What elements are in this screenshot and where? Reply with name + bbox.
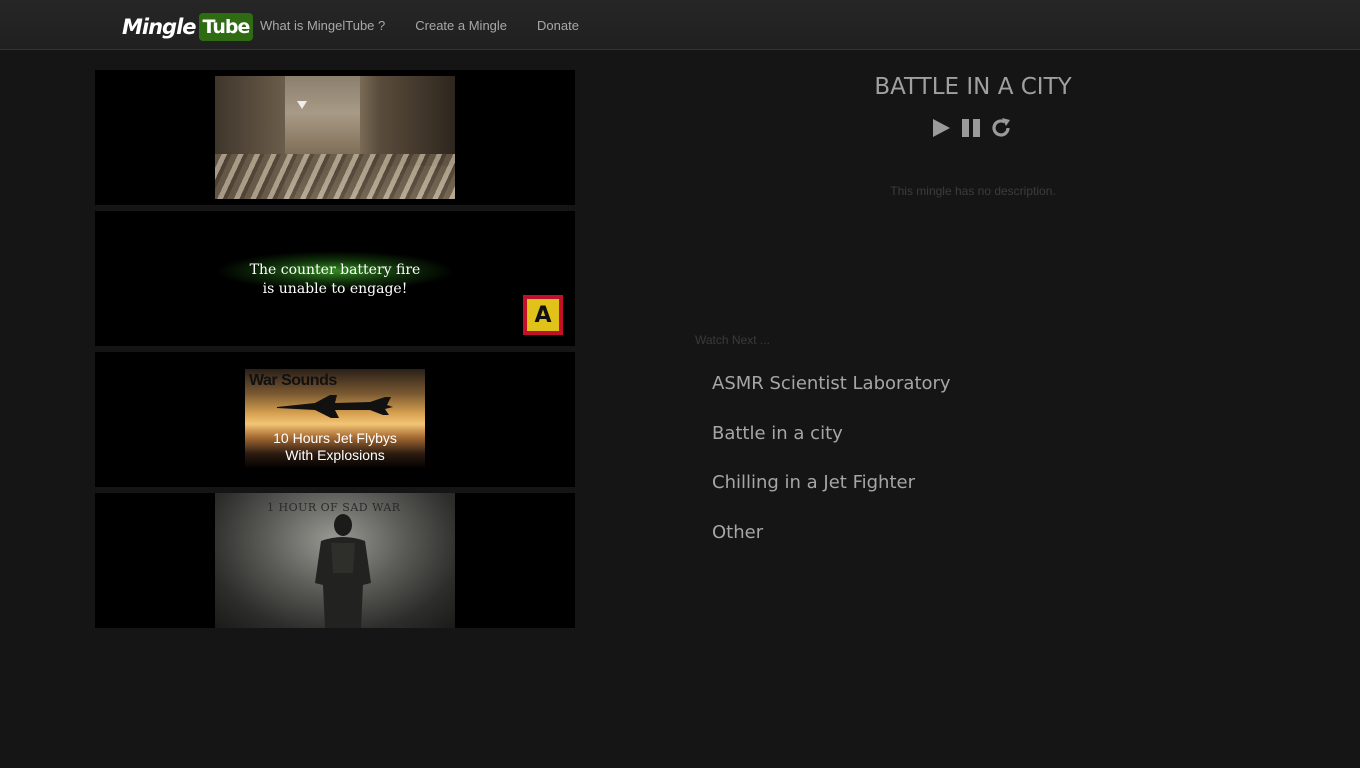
video-item-4[interactable]: 1 HOUR OF SAD WAR	[95, 493, 575, 628]
war-sounds-thumbnail: War Sounds 10 Hours Jet Flybys With Expl…	[245, 369, 425, 469]
brand-logo[interactable]: Mingle Tube	[122, 12, 254, 42]
war-sounds-subtitle: 10 Hours Jet Flybys With Explosions	[245, 430, 425, 464]
navbar: Mingle Tube What is MingelTube ? Create …	[0, 0, 1360, 50]
mingle-description: This mingle has no description.	[890, 184, 1056, 198]
counter-battery-line1: The counter battery fire	[249, 262, 421, 278]
badge-letter: A	[527, 299, 559, 331]
soldier-silhouette-icon	[315, 514, 371, 628]
nav-link-what-is[interactable]: What is MingelTube ?	[260, 18, 385, 33]
brand-mingle-text: Mingle	[122, 15, 197, 39]
jet-silhouette-icon	[277, 395, 393, 418]
watch-next-label: Watch Next ...	[695, 333, 770, 347]
war-sounds-subtitle-line2: With Explosions	[285, 447, 385, 463]
war-sounds-title: War Sounds	[249, 372, 337, 389]
video-item-1[interactable]	[95, 70, 575, 205]
watch-next-item-other[interactable]: Other	[712, 519, 951, 569]
video-list: The counter battery fire is unable to en…	[95, 70, 575, 634]
sad-war-thumbnail: 1 HOUR OF SAD WAR	[215, 493, 455, 628]
ruined-city-thumbnail	[215, 76, 455, 199]
counter-battery-line2: is unable to engage!	[262, 281, 408, 297]
mingle-title: BATTLE IN A CITY	[874, 74, 1072, 100]
brand-tube-text: Tube	[198, 13, 254, 41]
video-item-2[interactable]: The counter battery fire is unable to en…	[95, 211, 575, 346]
watch-next-item-jet-fighter[interactable]: Chilling in a Jet Fighter	[712, 469, 951, 519]
replay-icon[interactable]	[990, 117, 1012, 139]
nav-link-create-mingle[interactable]: Create a Mingle	[415, 18, 507, 33]
nav-links: What is MingelTube ? Create a Mingle Don…	[260, 0, 609, 50]
watch-next-item-battle[interactable]: Battle in a city	[712, 420, 951, 470]
pause-icon[interactable]	[960, 117, 982, 139]
nav-link-donate[interactable]: Donate	[537, 18, 579, 33]
war-sounds-subtitle-line1: 10 Hours Jet Flybys	[273, 430, 397, 446]
watch-next-list: ASMR Scientist Laboratory Battle in a ci…	[712, 370, 951, 568]
play-icon[interactable]	[930, 117, 952, 139]
video-item-3[interactable]: War Sounds 10 Hours Jet Flybys With Expl…	[95, 352, 575, 487]
watch-next-item-asmr[interactable]: ASMR Scientist Laboratory	[712, 370, 951, 420]
counter-battery-text: The counter battery fire is unable to en…	[215, 261, 455, 299]
player-controls	[930, 117, 1012, 139]
channel-badge-icon: A	[523, 295, 563, 335]
